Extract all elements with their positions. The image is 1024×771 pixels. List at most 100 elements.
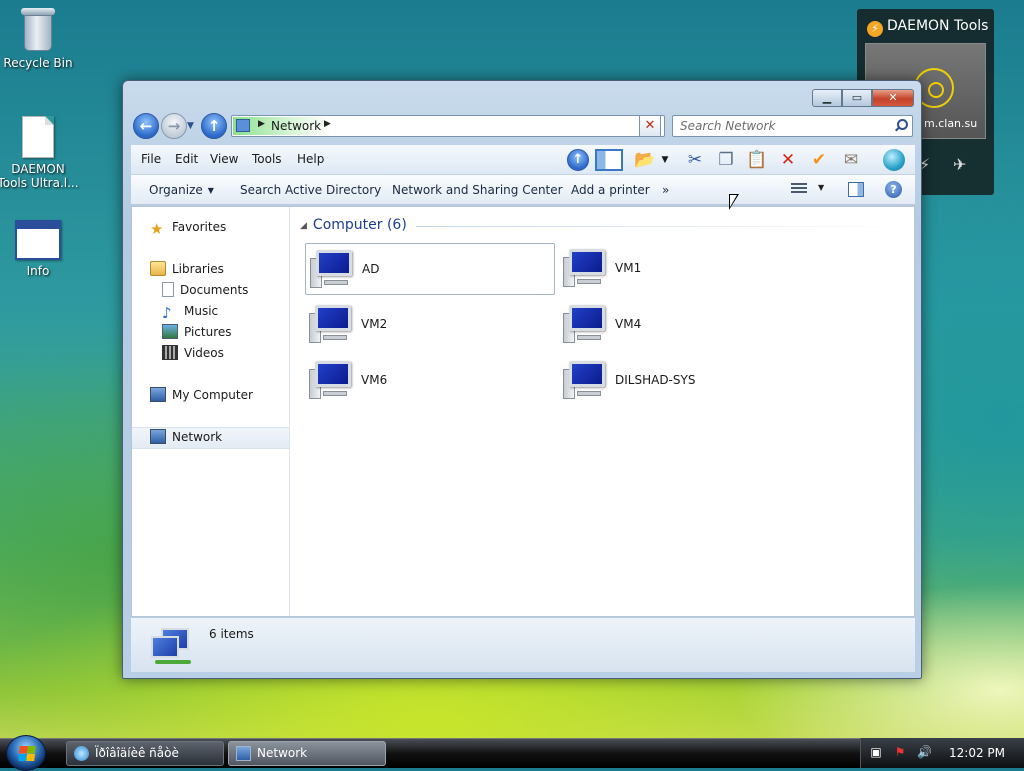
- stop-button[interactable]: ✕: [639, 115, 661, 137]
- close-button[interactable]: ✕: [872, 89, 914, 107]
- breadcrumb-chevron-icon[interactable]: ▶: [258, 119, 265, 129]
- network-icon: [150, 429, 166, 444]
- globe-icon[interactable]: [883, 149, 905, 171]
- network-computers-icon: [151, 628, 195, 666]
- security-alert-icon[interactable]: ⚑: [893, 746, 907, 759]
- gadget-title: ⚡ DAEMON Tools: [867, 18, 988, 37]
- computer-icon: [309, 361, 355, 401]
- group-header-computer[interactable]: ◢ Computer (6): [300, 217, 407, 233]
- organize-button[interactable]: Organize ▼: [149, 183, 214, 197]
- desktop-icon-label: DAEMON Tools Ultra.l...: [0, 162, 79, 190]
- music-icon: ♪: [162, 304, 172, 322]
- search-input[interactable]: [673, 116, 888, 136]
- start-button[interactable]: [6, 735, 46, 771]
- browser-icon: [74, 746, 89, 761]
- delete-icon[interactable]: ✕: [776, 149, 800, 171]
- computer-tile-dilshad-sys[interactable]: DILSHAD-SYS: [559, 355, 809, 407]
- computer-name: VM6: [361, 373, 388, 387]
- clock[interactable]: 12:02 PM: [949, 746, 1005, 760]
- desktop-icon-daemon-tools[interactable]: DAEMON Tools Ultra.l...: [0, 116, 80, 190]
- email-icon[interactable]: ✉: [839, 149, 863, 171]
- forward-button[interactable]: →: [161, 113, 187, 139]
- star-icon: ★: [150, 220, 164, 238]
- item-count: 6 items: [209, 627, 254, 641]
- computer-icon: [563, 305, 609, 345]
- computer-name: DILSHAD-SYS: [615, 373, 696, 387]
- maximize-button[interactable]: ▭: [842, 89, 872, 107]
- computer-tile-vm6[interactable]: VM6: [305, 355, 555, 407]
- computer-tile-ad[interactable]: AD: [305, 243, 555, 295]
- views-dropdown-icon[interactable]: ▼: [818, 183, 824, 192]
- libraries-icon: [150, 261, 166, 276]
- nav-item-pictures[interactable]: Pictures: [162, 323, 232, 341]
- recent-pages-dropdown[interactable]: ▼: [187, 121, 194, 131]
- minimize-button[interactable]: ▁: [812, 89, 842, 107]
- computer-icon: [563, 361, 609, 401]
- computer-icon: [309, 305, 355, 345]
- computer-name: VM2: [361, 317, 388, 331]
- desktop-icon-recycle-bin[interactable]: Recycle Bin: [0, 8, 80, 70]
- explorer-window: ▁ ▭ ✕ ← → ▼ ↑ ▶ Network ▶ ▼ ✕ File Edit …: [122, 80, 922, 679]
- gadget-unmount-icon[interactable]: ✈: [953, 155, 966, 174]
- computer-tile-vm2[interactable]: VM2: [305, 299, 555, 351]
- videos-icon: [162, 345, 178, 360]
- menu-file[interactable]: File: [141, 152, 161, 166]
- network-icon: [236, 746, 251, 761]
- search-box: [672, 115, 913, 137]
- menu-view[interactable]: View: [210, 152, 238, 166]
- chevron-down-icon: ▼: [207, 186, 214, 195]
- network-status-icon[interactable]: ▣: [869, 746, 883, 759]
- search-active-directory-button[interactable]: Search Active Directory: [240, 183, 381, 197]
- toolbar-up-icon[interactable]: ↑: [567, 149, 589, 171]
- copy-icon[interactable]: ❐: [714, 149, 738, 171]
- computer-name: AD: [362, 262, 380, 276]
- collapse-triangle-icon[interactable]: ◢: [300, 221, 307, 231]
- lightning-icon: ⚡: [867, 21, 883, 37]
- network-and-sharing-center-button[interactable]: Network and Sharing Center: [392, 183, 563, 197]
- nav-item-documents[interactable]: Documents: [162, 281, 248, 299]
- preview-pane-icon[interactable]: [848, 182, 864, 197]
- nav-item-music[interactable]: ♪ Music: [162, 302, 218, 322]
- nav-item-network[interactable]: Network: [150, 428, 222, 446]
- volume-icon[interactable]: 🔊: [917, 746, 932, 759]
- address-bar[interactable]: ▶ Network ▶ ▼: [231, 115, 665, 137]
- breadcrumb-chevron-icon[interactable]: ▶: [324, 119, 331, 129]
- checkmark-icon[interactable]: ✔: [807, 149, 831, 171]
- taskbar-button-network[interactable]: Network: [228, 741, 386, 766]
- help-icon[interactable]: ?: [885, 181, 902, 198]
- computer-icon: [150, 387, 166, 402]
- nav-item-favorites[interactable]: ★ Favorites: [150, 218, 226, 238]
- more-commands-button[interactable]: »: [662, 183, 669, 197]
- add-printer-button[interactable]: Add a printer: [571, 183, 650, 197]
- group-divider: [416, 226, 908, 227]
- caption-buttons: ▁ ▭ ✕: [812, 89, 914, 107]
- paste-icon[interactable]: 📋: [745, 149, 769, 171]
- nav-item-videos[interactable]: Videos: [162, 344, 224, 362]
- pictures-icon: [162, 324, 178, 339]
- navigation-bar: ← → ▼ ↑ ▶ Network ▶ ▼ ✕: [131, 112, 915, 140]
- gadget-site-text: m.clan.su: [924, 117, 978, 130]
- menu-edit[interactable]: Edit: [175, 152, 198, 166]
- change-view-icon[interactable]: [791, 183, 807, 197]
- desktop-icon-label: Recycle Bin: [3, 56, 73, 70]
- taskbar-button-browser[interactable]: Ïðîâîäíèê ñåòè: [66, 741, 224, 766]
- nav-item-libraries[interactable]: Libraries: [150, 260, 224, 278]
- documents-icon: [162, 282, 174, 297]
- computer-tile-vm1[interactable]: VM1: [559, 243, 809, 295]
- network-icon: [236, 119, 250, 132]
- navigation-pane: ★ Favorites Libraries Documents ♪ Music Pi…: [132, 207, 290, 616]
- toolbar-properties-icon[interactable]: 📂: [633, 149, 657, 171]
- back-button[interactable]: ←: [133, 113, 159, 139]
- toolbar-folders-pane-icon[interactable]: [595, 149, 623, 171]
- cut-icon[interactable]: ✂: [683, 149, 707, 171]
- breadcrumb-network[interactable]: Network: [271, 119, 321, 133]
- computer-tile-vm4[interactable]: VM4: [559, 299, 809, 351]
- menu-help[interactable]: Help: [297, 152, 324, 166]
- toolbar-dropdown-icon[interactable]: ▼: [659, 149, 671, 171]
- nav-item-my-computer[interactable]: My Computer: [150, 386, 253, 404]
- menu-tools[interactable]: Tools: [252, 152, 282, 166]
- desktop-icon-label: Info: [26, 264, 50, 278]
- desktop-icon-info[interactable]: Info: [0, 220, 80, 278]
- up-button[interactable]: ↑: [201, 113, 227, 139]
- search-icon[interactable]: [893, 118, 908, 132]
